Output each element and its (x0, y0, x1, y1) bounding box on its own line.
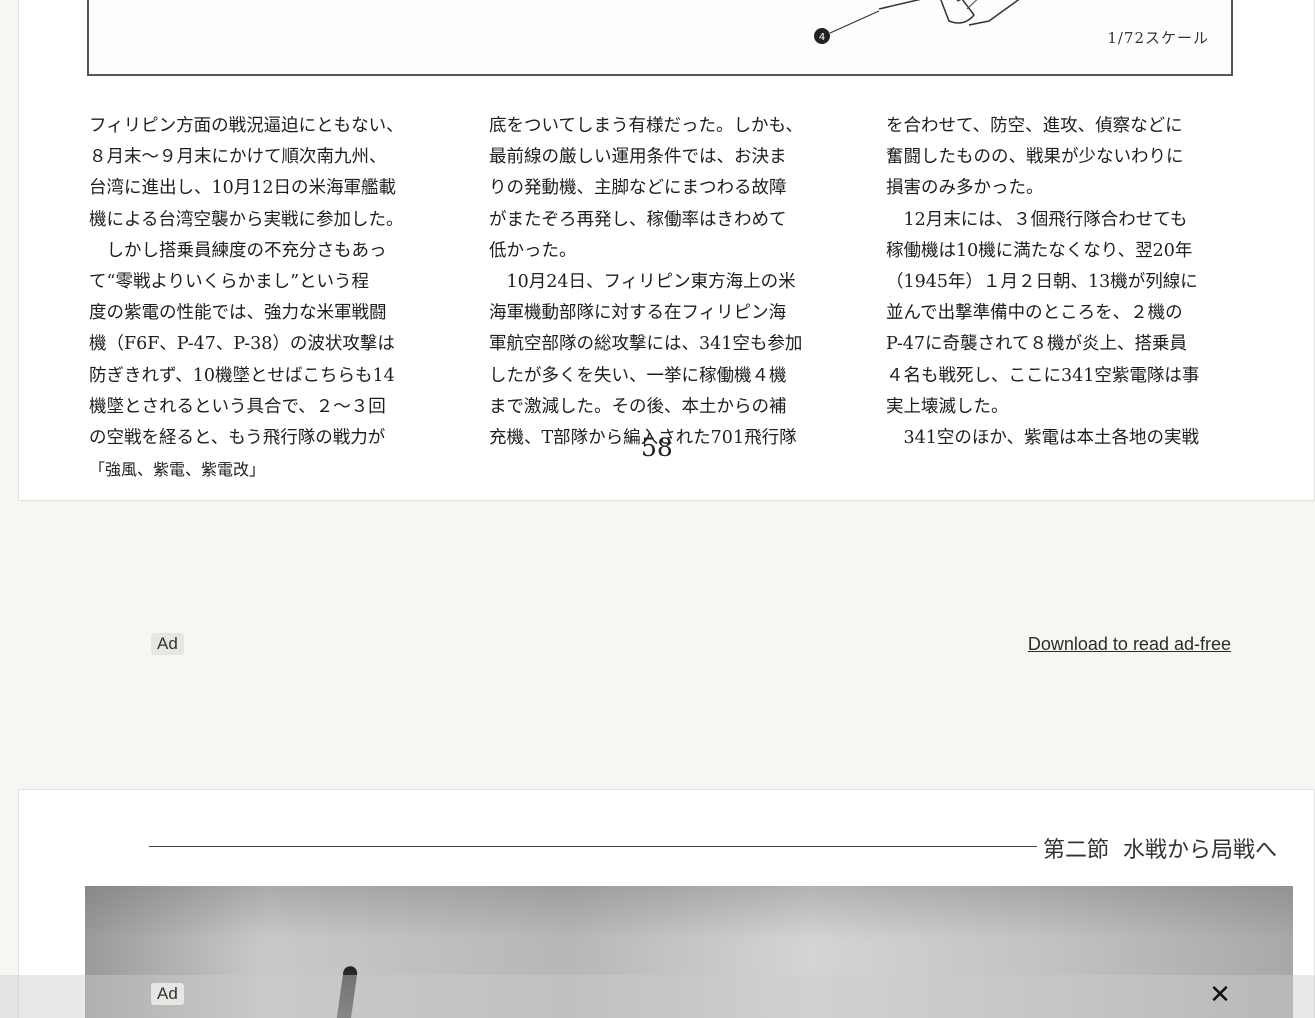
text-column-2: 底をついてしまう有様だった。しかも、 最前線の厳しい運用条件では、お決ま りの発… (489, 111, 849, 454)
text-line: 機による台湾空襲から実戦に参加した。 (89, 209, 404, 230)
download-ad-free-link[interactable]: Download to read ad-free (1028, 634, 1231, 655)
text-line: 最前線の厳しい運用条件では、お決ま (489, 147, 787, 168)
text-line: まで激減した。その後、本土からの補 (489, 396, 787, 417)
document-page-58: 4 1/72スケール フィリピン方面の戦況逼迫にともない、 ８月末～９月末にかけ… (18, 0, 1315, 501)
text-line: 実上壊滅した。 (886, 396, 1009, 417)
ad-badge: Ad (151, 633, 184, 655)
text-line: （1945年）１月２日朝、13機が列線に (886, 271, 1198, 292)
text-line: がまたぞろ再発し、稼働率はきわめて (489, 209, 787, 230)
text-line: 機墜とされるという具合で、２～３回 (89, 396, 386, 417)
text-line: て“零戦よりいくらかまし”という程 (89, 271, 370, 292)
section-heading: 第二節 水戦から局戦へ (1043, 832, 1277, 864)
text-line: 341空のほか、紫電は本土各地の実戦 (886, 427, 1200, 448)
text-line: 海軍機動部隊に対する在フィリピン海 (489, 303, 787, 324)
text-line: しかし搭乗員練度の不充分さもあっ (89, 240, 387, 261)
text-line: 稼働機は10機に満たなくなり、翌20年 (886, 240, 1193, 261)
text-column-3: を合わせて、防空、進攻、偵察などに 奮闘したものの、戦果が少ないわりに 損害のみ… (886, 111, 1246, 454)
text-line: 台湾に進出し、10月12日の米海軍艦載 (89, 178, 397, 199)
text-line: 12月末には、３個飛行隊合わせても (886, 209, 1188, 230)
aircraft-drawing: 4 (814, 0, 1020, 44)
running-footer: 「強風、紫電、紫電改」 (89, 460, 266, 480)
text-line: の空戦を経ると、もう飛行隊の戦力が (89, 427, 386, 448)
section-rule-divider (149, 846, 1037, 847)
text-column-1: フィリピン方面の戦況逼迫にともない、 ８月末～９月末にかけて順次南九州、 台湾に… (89, 111, 449, 485)
page-number: 58 (641, 433, 673, 462)
sticky-ad-badge: Ad (151, 983, 184, 1005)
text-line: 底をついてしまう有様だった。しかも、 (489, 116, 803, 136)
text-line: 軍航空部隊の総攻撃には、341空も参加 (489, 334, 803, 355)
text-line: 低かった。 (489, 240, 577, 261)
section-label: 第二節 (1043, 838, 1110, 863)
aircraft-drawing-figure: 4 1/72スケール (87, 0, 1233, 76)
figure-scale-label: 1/72スケール (1107, 29, 1209, 47)
text-line: 機（F6F、P-47、P-38）の波状攻撃は (89, 334, 395, 355)
sticky-ad-bar: Ad ✕ (0, 975, 1315, 1018)
text-line: 10月24日、フィリピン東方海上の米 (489, 271, 796, 292)
svg-text:4: 4 (819, 32, 825, 43)
text-line: 度の紫電の性能では、強力な米軍戦闘 (89, 303, 387, 324)
text-line: 奮闘したものの、戦果が少ないわりに (886, 147, 1184, 168)
text-line: フィリピン方面の戦況逼迫にともない、 (89, 116, 404, 136)
text-line: りの発動機、主脚などにまつわる故障 (489, 178, 787, 199)
close-icon[interactable]: ✕ (1206, 980, 1234, 1010)
text-line: したが多くを失い、一挙に稼働機４機 (489, 365, 787, 386)
text-line: ４名も戦死し、ここに341空紫電隊は事 (886, 365, 1200, 386)
text-line: 並んで出撃準備中のところを、２機の (886, 303, 1183, 324)
section-title: 水戦から局戦へ (1123, 838, 1278, 863)
text-line: 損害のみ多かった。 (886, 178, 1044, 199)
text-line: を合わせて、防空、進攻、偵察などに (886, 116, 1183, 136)
text-line: 防ぎきれず、10機墜とせばこちらも14 (89, 365, 395, 386)
document-viewer: 4 1/72スケール フィリピン方面の戦況逼迫にともない、 ８月末～９月末にかけ… (0, 0, 1315, 1018)
text-line: ８月末～９月末にかけて順次南九州、 (89, 147, 387, 168)
body-text-columns: フィリピン方面の戦況逼迫にともない、 ８月末～９月末にかけて順次南九州、 台湾に… (89, 111, 1234, 479)
ad-slot: Ad Download to read ad-free (0, 501, 1315, 789)
text-line: P-47に奇襲されて８機が炎上、搭乗員 (886, 334, 1187, 355)
